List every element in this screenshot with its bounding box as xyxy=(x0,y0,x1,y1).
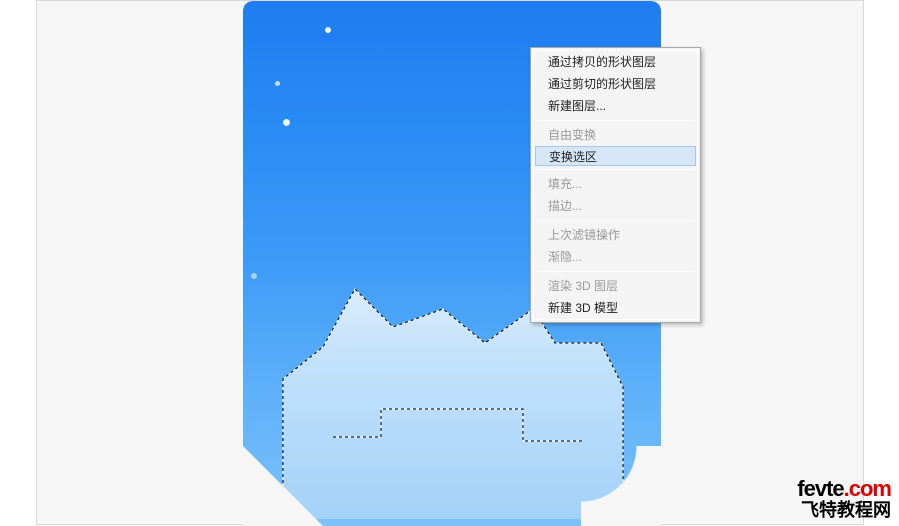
snow-dot xyxy=(283,119,290,126)
menu-item-render-3d-layer: 渲染 3D 图层 xyxy=(534,275,697,297)
menu-separator xyxy=(536,271,695,272)
screenshot-frame: 通过拷贝的形状图层 通过剪切的形状图层 新建图层... 自由变换 变换选区 填充… xyxy=(36,0,864,525)
menu-item-last-filter: 上次滤镜操作 xyxy=(534,224,697,246)
menu-item-transform-selection[interactable]: 变换选区 xyxy=(535,146,696,166)
menu-item-new-layer[interactable]: 新建图层... xyxy=(534,95,697,117)
menu-item-shape-layer-via-cut[interactable]: 通过剪切的形状图层 xyxy=(534,73,697,95)
context-menu: 通过拷贝的形状图层 通过剪切的形状图层 新建图层... 自由变换 变换选区 填充… xyxy=(530,47,701,323)
menu-separator xyxy=(536,220,695,221)
menu-separator xyxy=(536,120,695,121)
menu-separator xyxy=(536,169,695,170)
menu-item-fill: 填充... xyxy=(534,173,697,195)
menu-item-stroke: 描边... xyxy=(534,195,697,217)
menu-item-new-3d-model[interactable]: 新建 3D 模型 xyxy=(534,297,697,319)
stage-background: 通过拷贝的形状图层 通过剪切的形状图层 新建图层... 自由变换 变换选区 填充… xyxy=(37,1,863,524)
snow-dot xyxy=(325,27,331,33)
snow-dot xyxy=(275,81,280,86)
canvas-corner-mask xyxy=(581,446,661,526)
menu-item-fade: 渐隐... xyxy=(534,246,697,268)
menu-item-free-transform: 自由变换 xyxy=(534,124,697,146)
snow-dot xyxy=(251,273,257,279)
menu-item-shape-layer-via-copy[interactable]: 通过拷贝的形状图层 xyxy=(534,51,697,73)
